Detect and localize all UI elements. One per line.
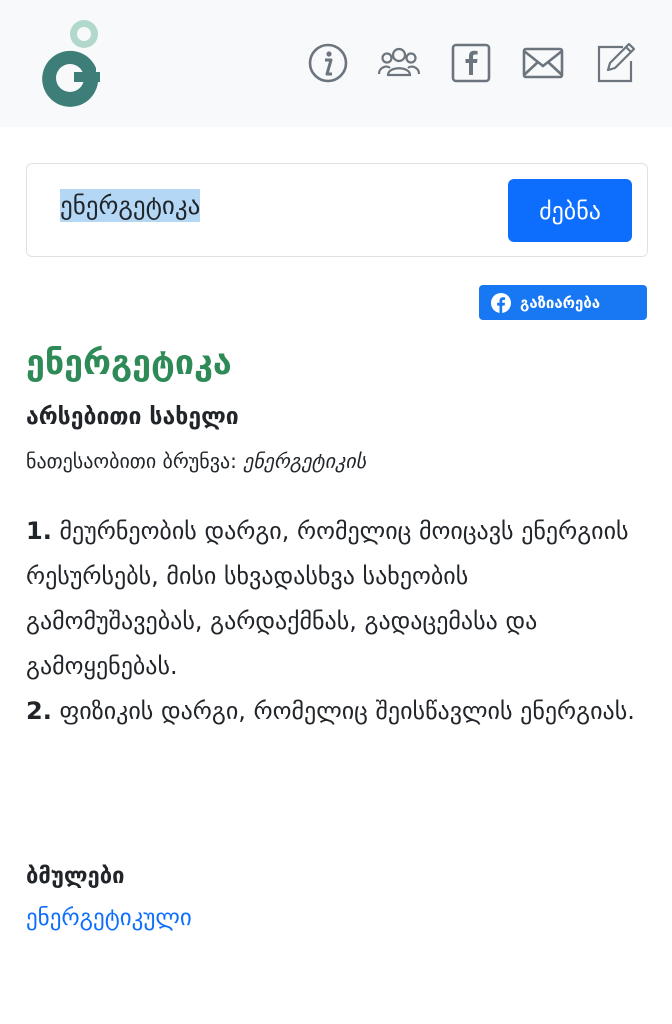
definitions-list: 1. მეურნეობის დარგი, რომელიც მოიცავს ენე… — [26, 509, 646, 734]
facebook-logo-icon — [491, 292, 511, 313]
definition-number: 1. — [26, 517, 52, 545]
search-button[interactable]: ძებნა — [508, 179, 632, 242]
related-title: ბმულები — [26, 864, 125, 889]
word-title: ენერგეტიკა — [26, 343, 232, 383]
definition-item: 2. ფიზიკის დარგი, რომელიც შეისწავლის ენე… — [26, 689, 646, 734]
related-link[interactable]: ენერგეტიკული — [26, 905, 192, 931]
search-input-value[interactable]: ენერგეტიკა — [60, 189, 201, 222]
edit-icon[interactable] — [593, 41, 637, 85]
info-icon[interactable] — [306, 41, 350, 85]
definition-text: მეურნეობის დარგი, რომელიც მოიცავს ენერგი… — [26, 517, 629, 680]
definition-text: ფიზიკის დარგი, რომელიც შეისწავლის ენერგი… — [59, 697, 635, 725]
definition-item: 1. მეურნეობის დარგი, რომელიც მოიცავს ენე… — [26, 509, 646, 689]
users-icon[interactable] — [377, 41, 421, 85]
logo-icon[interactable] — [36, 16, 106, 108]
mail-icon[interactable] — [521, 41, 565, 85]
share-label: გაზიარება — [520, 293, 601, 312]
facebook-icon[interactable] — [449, 41, 493, 85]
header — [0, 0, 672, 127]
search-input[interactable]: ენერგეტიკა — [60, 189, 500, 231]
search-form: ენერგეტიკა ძებნა — [26, 163, 648, 257]
genitive-form: ნათესაობითი ბრუნვა: ენერგეტიკის — [26, 449, 366, 473]
share-button[interactable]: გაზიარება — [479, 285, 647, 320]
definition-number: 2. — [26, 697, 52, 725]
genitive-value: ენერგეტიკის — [243, 449, 367, 473]
part-of-speech: არსებითი სახელი — [26, 404, 239, 430]
genitive-label: ნათესაობითი ბრუნვა: — [26, 449, 237, 473]
